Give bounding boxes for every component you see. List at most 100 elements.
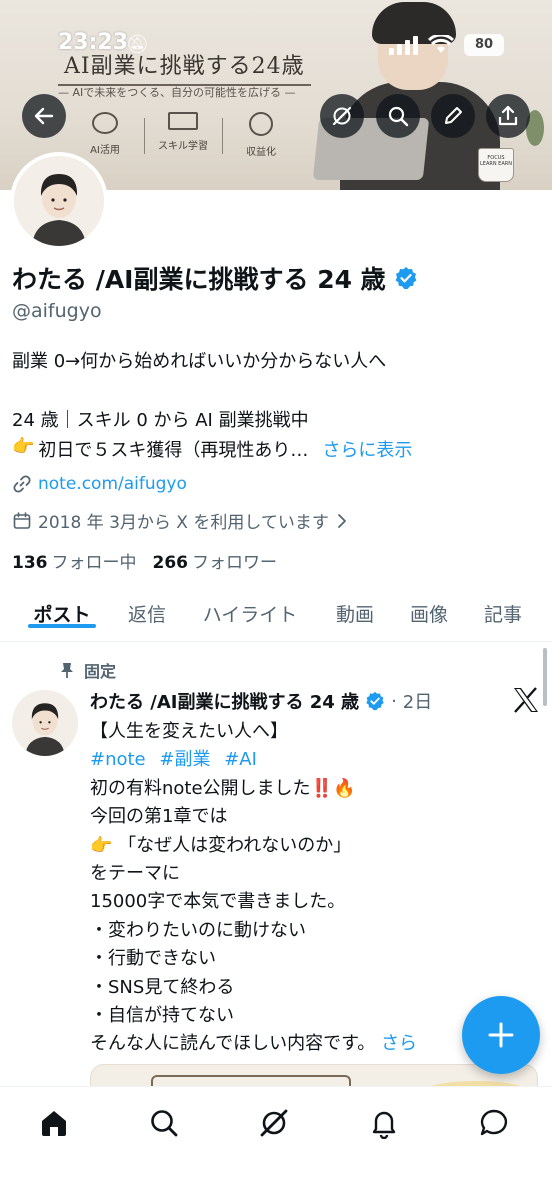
profile-website-link[interactable]: note.com/aifugyo: [38, 474, 187, 494]
hashtag-link[interactable]: #副業: [159, 749, 210, 770]
post-line: 👉 「なぜ人は変われないのか」: [90, 834, 352, 856]
profile-bio-line: 👉 初日で５スキ獲得（再現性あり… さらに表示: [12, 436, 412, 462]
post-body[interactable]: 【人生を変えたい人へ】 #note #副業 #AI 初の有料note公開しました…: [90, 718, 470, 1059]
post-line: ・SNS見て終わる: [90, 976, 235, 998]
banner-tile-label: スキル学習: [158, 141, 208, 152]
bell-slash-icon: 🔕︎: [126, 34, 149, 55]
home-icon: [42, 1111, 66, 1136]
compose-button[interactable]: [462, 996, 540, 1074]
tab-highlights[interactable]: ハイライト: [198, 588, 302, 627]
edit-button[interactable]: [431, 94, 475, 138]
chevron-right-icon: [337, 513, 346, 528]
search-button[interactable]: [376, 94, 420, 138]
x-logo-icon: [514, 687, 538, 713]
share-icon: [498, 105, 518, 126]
bell-icon: [372, 1111, 396, 1139]
arrow-left-icon: [34, 107, 54, 125]
followers-link[interactable]: 266 フォロワー: [153, 548, 278, 573]
scrollbar[interactable]: [543, 648, 547, 706]
share-button[interactable]: [486, 94, 530, 138]
followers-label: フォロワー: [192, 553, 277, 573]
post-line: をテーマに: [90, 862, 180, 884]
tab-videos[interactable]: 動画: [332, 588, 378, 627]
banner-divider: [144, 118, 145, 154]
profile-tabs: ポスト 返信 ハイライト 動画 画像 記事: [0, 588, 552, 642]
status-icons: 80: [388, 34, 504, 56]
post-header: わたる /AI副業に挑戦する 24 歳 · 2日: [90, 688, 432, 714]
post-date-separator: ·: [391, 690, 397, 712]
brain-icon: [92, 112, 118, 134]
avatar-illustration: [12, 690, 78, 756]
post-line: 今回の第1章では: [90, 806, 228, 828]
banner-subtitle: — AIで未来をつくる、自分の可能性を広げる —: [58, 86, 296, 99]
hashtag-link[interactable]: #AI: [224, 749, 257, 770]
tab-replies[interactable]: 返信: [124, 588, 170, 627]
post-line: 15000字で本気で書きました。: [90, 891, 346, 913]
nav-home[interactable]: [34, 1103, 74, 1143]
following-count: 136: [12, 553, 48, 573]
profile-bio-line: 副業 0→何から始めればいいか分からない人へ: [12, 351, 387, 372]
avatar-illustration: [14, 156, 104, 246]
post-date[interactable]: 2日: [403, 688, 432, 714]
verified-badge-icon: [366, 691, 384, 711]
nav-notifications[interactable]: [364, 1103, 404, 1143]
grok-button[interactable]: [320, 94, 364, 138]
banner-tile-revenue: 収益化: [226, 112, 296, 159]
post-author-avatar[interactable]: [12, 690, 78, 756]
post-line: ・自信が持てない: [90, 1004, 234, 1026]
link-icon: [13, 475, 31, 493]
nav-search[interactable]: [144, 1103, 184, 1143]
profile-bio-line: 24 歳｜スキル 0 から AI 副業挑戦中: [12, 410, 309, 431]
following-link[interactable]: 136 フォロー中: [12, 548, 137, 573]
profile-avatar[interactable]: [10, 152, 108, 250]
profile-handle: @aifugyo: [12, 300, 102, 322]
pinned-label: 固定: [84, 662, 117, 681]
post-line: ・変わりたいのに動けない: [90, 919, 306, 941]
post-last-line: そんな人に読んでほしい内容です。 さら: [90, 1030, 470, 1058]
status-time: 23:23: [58, 30, 129, 55]
post-hashtags: #note #副業 #AI: [90, 746, 470, 774]
following-label: フォロー中: [51, 553, 137, 573]
bottom-nav: [0, 1086, 552, 1200]
banner-divider: [222, 118, 223, 154]
post-line: 初の有料note公開しました‼️🔥: [90, 777, 356, 799]
profile-joined-text: 2018 年 3月から X を利用しています: [38, 513, 329, 533]
pointing-hand-icon: 👉: [12, 436, 35, 457]
battery-indicator: 80: [464, 34, 504, 56]
profile-name-row: わたる /AI副業に挑戦する 24 歳: [12, 260, 418, 296]
bio-show-more-link[interactable]: さらに表示: [322, 436, 412, 462]
signal-icon: [389, 36, 418, 55]
post-line: 【人生を変えたい人へ】: [90, 721, 288, 742]
banner-mug: FOCUS LEARN EARN: [478, 148, 514, 182]
back-button[interactable]: [22, 94, 66, 138]
laptop-icon: [168, 112, 198, 130]
post-line: ・行動できない: [90, 948, 216, 970]
yen-icon: [249, 112, 273, 136]
pencil-icon: [445, 107, 462, 124]
search-icon: [388, 106, 409, 127]
verified-badge-icon[interactable]: [394, 266, 418, 290]
nav-messages[interactable]: [474, 1103, 514, 1143]
status-bar: 23:23 🔕︎ 80: [0, 28, 552, 62]
post-author-name[interactable]: わたる /AI副業に挑戦する 24 歳: [90, 688, 359, 714]
grok-icon: [260, 1109, 288, 1137]
tab-articles[interactable]: 記事: [480, 588, 526, 627]
wifi-icon: [428, 35, 454, 53]
plus-icon: [488, 1022, 514, 1048]
message-icon: [480, 1109, 508, 1136]
search-icon: [151, 1110, 178, 1137]
grok-icon: [332, 106, 352, 126]
profile-display-name: わたる /AI副業に挑戦する 24 歳: [12, 265, 386, 294]
nav-grok[interactable]: [254, 1103, 294, 1143]
pinned-indicator: 固定: [58, 658, 116, 682]
tab-images[interactable]: 画像: [406, 588, 452, 627]
banner-tile-label: 収益化: [246, 147, 276, 158]
hashtag-link[interactable]: #note: [90, 749, 146, 770]
tab-posts[interactable]: ポスト: [28, 588, 96, 628]
banner-tile-skill: スキル学習: [148, 112, 218, 153]
post-show-more-link[interactable]: さら: [381, 1033, 417, 1054]
calendar-icon: [13, 511, 31, 529]
profile-joined-row[interactable]: 2018 年 3月から X を利用しています: [12, 508, 349, 533]
follow-stats: 136 フォロー中 266 フォロワー: [12, 548, 277, 573]
pin-icon: [61, 663, 73, 678]
